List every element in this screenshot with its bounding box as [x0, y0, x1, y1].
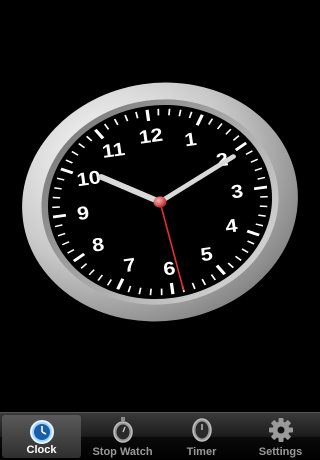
tab-label-clock: Clock — [26, 444, 57, 456]
hour-tick — [52, 213, 67, 219]
tab-timer[interactable]: Timer — [162, 413, 241, 460]
clock-view: 12 1 2 3 4 5 6 7 8 9 10 11 — [0, 0, 320, 412]
stopwatch-icon — [112, 417, 133, 443]
tab-clock[interactable]: Clock — [2, 415, 81, 458]
tab-settings[interactable]: Settings — [241, 413, 320, 460]
tab-label-stop-watch: Stop Watch — [92, 446, 153, 458]
minute-tick — [260, 195, 268, 198]
hour-tick — [169, 282, 175, 295]
hour-tick — [145, 109, 151, 122]
tab-label-timer: Timer — [186, 446, 217, 458]
tab-bar: Clock Stop Watch Timer Settings — [0, 412, 320, 460]
numeral-11: 11 — [101, 139, 126, 162]
numeral-12: 12 — [138, 125, 165, 148]
analog-clock: 12 1 2 3 4 5 6 7 8 9 10 11 — [22, 82, 298, 322]
minute-tick — [157, 108, 160, 116]
timer-icon — [191, 418, 212, 442]
minute-tick — [52, 206, 60, 209]
minute-tick — [160, 288, 163, 296]
numeral-10: 10 — [75, 167, 102, 190]
gear-icon — [268, 418, 293, 442]
hour-tick — [253, 185, 268, 191]
tab-label-settings: Settings — [258, 446, 303, 458]
clock-icon — [29, 420, 54, 444]
tab-stop-watch[interactable]: Stop Watch — [83, 413, 162, 460]
